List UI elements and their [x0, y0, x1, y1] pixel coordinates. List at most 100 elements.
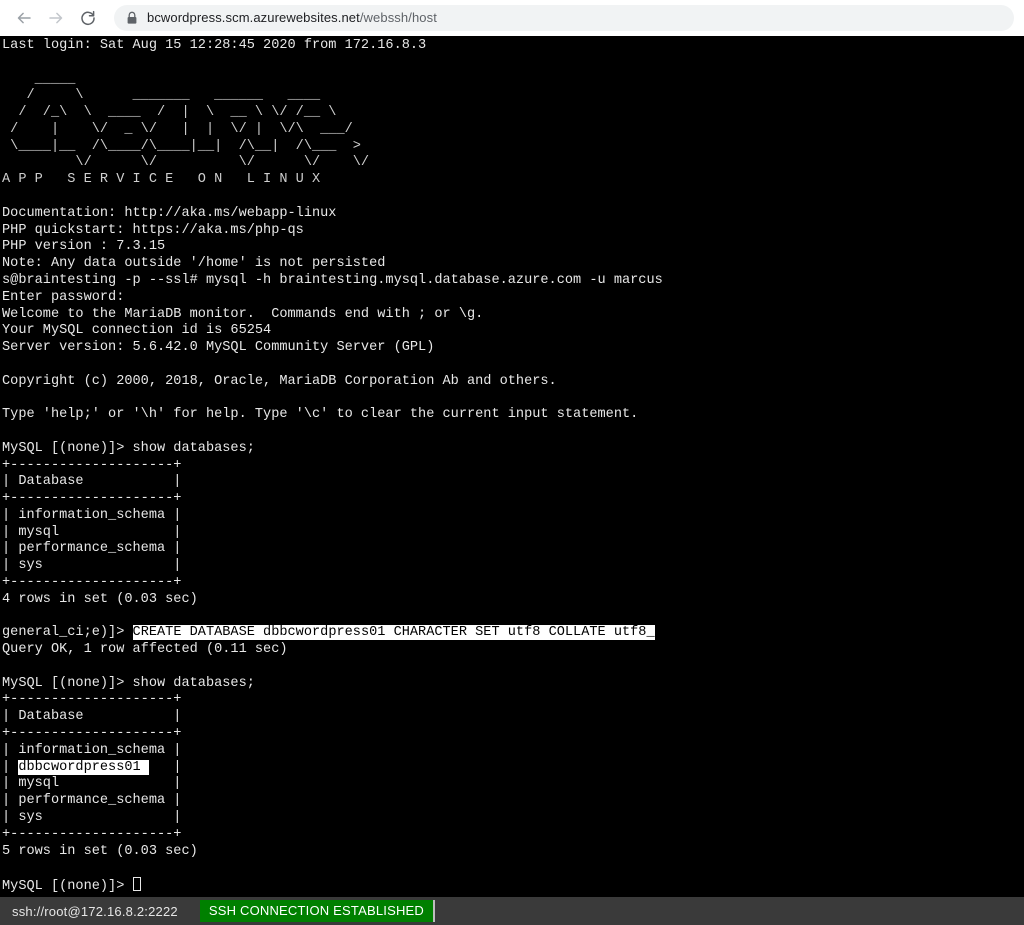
terminal-text: | — [148, 759, 182, 775]
terminal-text: Note: Any data outside '/home' is not pe… — [2, 256, 386, 272]
terminal-line: | performance_schema | — [2, 793, 1024, 810]
terminal-text: Copyright (c) 2000, 2018, Oracle, MariaD… — [2, 373, 557, 389]
terminal-text: A P P S E R V I C E O N L I N U X — [2, 172, 321, 188]
terminal-line — [2, 55, 1024, 72]
terminal-line: | sys | — [2, 558, 1024, 575]
terminal-line: Type 'help;' or '\h' for help. Type '\c'… — [2, 407, 1024, 424]
terminal-line: Documentation: http://aka.ms/webapp-linu… — [2, 206, 1024, 223]
terminal-line — [2, 390, 1024, 407]
terminal-line: | Database | — [2, 474, 1024, 491]
terminal-cursor — [132, 877, 141, 892]
terminal-line: MySQL [(none)]> show databases; — [2, 441, 1024, 458]
terminal-line: | sys | — [2, 810, 1024, 827]
forward-button[interactable] — [42, 4, 70, 32]
status-bar: ssh://root@172.16.8.2:2222 SSH CONNECTIO… — [0, 897, 1024, 925]
terminal-text: Type 'help;' or '\h' for help. Type '\c'… — [2, 407, 639, 423]
terminal-line: | information_schema | — [2, 508, 1024, 525]
terminal-line: +--------------------+ — [2, 827, 1024, 844]
terminal-line: _____ — [2, 72, 1024, 89]
terminal-text: | performance_schema | — [2, 793, 182, 809]
terminal-line: 5 rows in set (0.03 sec) — [2, 844, 1024, 861]
terminal-line: Query OK, 1 row affected (0.11 sec) — [2, 642, 1024, 659]
reload-button[interactable] — [74, 4, 102, 32]
back-button[interactable] — [10, 4, 38, 32]
terminal-text: +--------------------+ — [2, 726, 182, 742]
terminal-text: MySQL [(none)]> show databases; — [2, 675, 255, 691]
terminal-line: | dbbcwordpress01 | — [2, 759, 1024, 777]
terminal-text: general_ci;e)]> — [2, 625, 133, 641]
terminal-text: | information_schema | — [2, 742, 182, 758]
terminal-line — [2, 424, 1024, 441]
terminal-text: | mysql | — [2, 776, 182, 792]
terminal-line: | mysql | — [2, 525, 1024, 542]
reload-icon — [79, 9, 97, 27]
terminal-line — [2, 189, 1024, 206]
lock-icon — [126, 11, 138, 25]
terminal-text: 4 rows in set (0.03 sec) — [2, 591, 198, 607]
address-bar-url: bcwordpress.scm.azurewebsites.net/webssh… — [147, 10, 437, 25]
terminal-line: | Database | — [2, 709, 1024, 726]
terminal-text: | sys | — [2, 558, 182, 574]
terminal-line: general_ci;e)]> CREATE DATABASE dbbcword… — [2, 625, 1024, 642]
arrow-right-icon — [47, 9, 65, 27]
terminal-line: | information_schema | — [2, 743, 1024, 760]
terminal-text: | Database | — [2, 474, 182, 490]
terminal-line: A P P S E R V I C E O N L I N U X — [2, 172, 1024, 189]
connection-status-badge: SSH CONNECTION ESTABLISHED — [199, 900, 436, 922]
terminal-line: / | \/ _ \/ | | \/ | \/\ ___/ — [2, 122, 1024, 139]
terminal-line: Your MySQL connection id is 65254 — [2, 323, 1024, 340]
terminal-text: / /_\ \ ____ / | \ __ \ \/ /__ \ — [2, 105, 353, 121]
terminal-text: +--------------------+ — [2, 491, 182, 507]
terminal-text: +--------------------+ — [2, 457, 182, 473]
webssh-terminal[interactable]: Last login: Sat Aug 15 12:28:45 2020 fro… — [0, 36, 1024, 897]
terminal-text: Your MySQL connection id is 65254 — [2, 323, 272, 339]
terminal-text: | mysql | — [2, 524, 182, 540]
terminal-text: +--------------------+ — [2, 692, 182, 708]
terminal-text: PHP quickstart: https://aka.ms/php-qs — [2, 222, 304, 238]
terminal-text: Last login: Sat Aug 15 12:28:45 2020 fro… — [2, 38, 427, 53]
terminal-text: \____|__ /\____/\____|__| /\__| /\___ > — [2, 138, 361, 154]
address-bar[interactable]: bcwordpress.scm.azurewebsites.net/webssh… — [114, 4, 1014, 31]
terminal-line: Welcome to the MariaDB monitor. Commands… — [2, 307, 1024, 324]
terminal-line: / \ _______ ______ ____ — [2, 88, 1024, 105]
terminal-text: | information_schema | — [2, 507, 182, 523]
terminal-line: Note: Any data outside '/home' is not pe… — [2, 256, 1024, 273]
terminal-line: +--------------------+ — [2, 458, 1024, 475]
terminal-line: \____|__ /\____/\____|__| /\__| /\___ > — [2, 139, 1024, 156]
terminal-text: +--------------------+ — [2, 575, 182, 590]
terminal-text: / | \/ _ \/ | | \/ | \/\ ___/ — [2, 121, 361, 137]
terminal-line — [2, 609, 1024, 626]
terminal-text: | — [2, 759, 19, 775]
terminal-line: +--------------------+ — [2, 491, 1024, 508]
terminal-text: PHP version : 7.3.15 — [2, 239, 166, 255]
terminal-line: Enter password: — [2, 290, 1024, 307]
terminal-line: +--------------------+ — [2, 692, 1024, 709]
terminal-line: 4 rows in set (0.03 sec) — [2, 592, 1024, 609]
terminal-line — [2, 659, 1024, 676]
terminal-line: MySQL [(none)]> show databases; — [2, 676, 1024, 693]
terminal-line: \/ \/ \/ \/ \/ — [2, 155, 1024, 172]
terminal-line: MySQL [(none)]> — [2, 877, 1024, 896]
terminal-text: MySQL [(none)]> — [2, 879, 133, 895]
terminal-text: +--------------------+ — [2, 826, 182, 842]
terminal-text: Server version: 5.6.42.0 MySQL Community… — [2, 340, 435, 356]
terminal-text: s@braintesting -p --ssl# mysql -h braint… — [2, 272, 663, 288]
terminal-line: +--------------------+ — [2, 726, 1024, 743]
terminal-line: Server version: 5.6.42.0 MySQL Community… — [2, 340, 1024, 357]
terminal-text: / \ _______ ______ ____ — [2, 88, 353, 104]
terminal-line — [2, 357, 1024, 374]
terminal-line — [2, 860, 1024, 877]
terminal-text: Enter password: — [2, 289, 125, 305]
terminal-text: MySQL [(none)]> show databases; — [2, 440, 255, 456]
terminal-line: s@braintesting -p --ssl# mysql -h braint… — [2, 273, 1024, 290]
terminal-line: PHP version : 7.3.15 — [2, 239, 1024, 256]
terminal-line: / /_\ \ ____ / | \ __ \ \/ /__ \ — [2, 105, 1024, 122]
terminal-line: +--------------------+ — [2, 575, 1024, 592]
